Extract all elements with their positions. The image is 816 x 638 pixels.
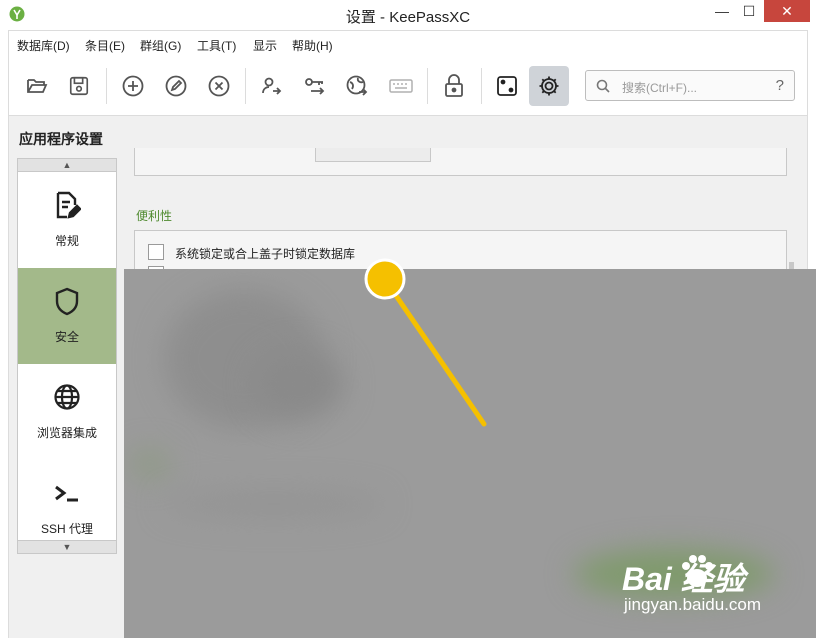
toolbar-separator [106, 68, 107, 104]
watermark-url: jingyan.baidu.com [624, 595, 762, 614]
category-label: 浏览器集成 [36, 426, 97, 440]
add-entry-button[interactable] [113, 66, 153, 106]
close-button[interactable]: ✕ [764, 0, 810, 22]
category-scroll-up-button[interactable]: ▲ [17, 158, 117, 172]
settings-group-box [134, 148, 787, 176]
toolbar-separator [245, 68, 246, 104]
globe-icon [54, 384, 80, 410]
save-icon [69, 76, 89, 96]
save-database-button[interactable] [59, 66, 99, 106]
document-edit-icon [56, 191, 81, 219]
plus-circle-icon [122, 75, 144, 97]
pencil-circle-icon [165, 75, 187, 97]
category-security[interactable]: 安全 [18, 268, 116, 364]
minimize-button[interactable]: — [709, 0, 735, 22]
checkbox-label: 系统锁定或合上盖子时锁定数据库 [175, 247, 356, 261]
copy-url-button[interactable] [337, 66, 377, 106]
user-arrow-icon [262, 77, 282, 95]
search-help-button[interactable]: ? [776, 77, 784, 94]
menu-tools[interactable]: 工具(T) [197, 37, 236, 54]
blur-shape [130, 449, 170, 479]
shield-icon [55, 287, 79, 316]
toolbar-separator [427, 68, 428, 104]
lock-icon [445, 74, 463, 97]
category-label: 安全 [54, 330, 79, 344]
category-browser-integration[interactable]: 浏览器集成 [18, 364, 116, 460]
toolbar-separator [481, 68, 482, 104]
password-generator-button[interactable] [487, 66, 527, 106]
x-circle-icon [208, 75, 230, 97]
section-heading-convenience: 便利性 [136, 209, 173, 223]
keyboard-icon [389, 79, 413, 93]
search-icon [596, 79, 610, 93]
menu-database[interactable]: 数据库(D) [17, 37, 70, 54]
menu-help[interactable]: 帮助(H) [292, 37, 333, 54]
dropdown-select[interactable] [315, 148, 431, 162]
terminal-icon [55, 485, 78, 502]
folder-open-icon [27, 79, 48, 93]
category-list: 常规 安全 浏览器集成 SSH 代理 [17, 172, 117, 540]
window-title: 设置 - KeePassXC [345, 9, 471, 26]
baidu-watermark: Bai 经验 jingyan.baidu.com [576, 548, 812, 628]
page-title: 应用程序设置 [19, 131, 103, 147]
category-general[interactable]: 常规 [18, 172, 116, 268]
open-database-button[interactable] [17, 66, 57, 106]
category-label: 常规 [54, 234, 79, 248]
lock-on-session-lock-checkbox[interactable] [148, 244, 164, 260]
auto-type-button[interactable] [381, 66, 421, 106]
globe-arrow-icon [346, 75, 368, 96]
maximize-button[interactable]: ☐ [736, 0, 762, 22]
settings-button[interactable] [529, 66, 569, 106]
menu-groups[interactable]: 群组(G) [140, 37, 181, 54]
toolbar: 搜索(Ctrl+F)... ? [8, 56, 808, 116]
gear-icon [539, 76, 559, 96]
delete-entry-button[interactable] [199, 66, 239, 106]
blur-shape [164, 489, 384, 519]
search-field[interactable]: 搜索(Ctrl+F)... ? [585, 70, 795, 101]
watermark-brand: Bai 经验 [622, 561, 745, 597]
dice-icon [497, 76, 517, 96]
category-label: SSH 代理 [40, 522, 93, 536]
lock-database-button[interactable] [434, 66, 474, 106]
menu-entries[interactable]: 条目(E) [85, 37, 125, 54]
search-placeholder: 搜索(Ctrl+F)... [622, 81, 697, 95]
menu-bar: 数据库(D) 条目(E) 群组(G) 工具(T) 显示 帮助(H) [8, 30, 808, 56]
category-scroll-down-button[interactable]: ▼ [17, 540, 117, 554]
copy-username-button[interactable] [251, 66, 291, 106]
blur-shape [254, 349, 344, 419]
category-ssh-agent[interactable]: SSH 代理 [18, 460, 116, 540]
copy-password-button[interactable] [295, 66, 335, 106]
title-bar: 设置 - KeePassXC — ☐ ✕ [0, 0, 816, 30]
key-arrow-icon [305, 78, 325, 95]
edit-entry-button[interactable] [156, 66, 196, 106]
menu-view[interactable]: 显示 [253, 37, 277, 54]
